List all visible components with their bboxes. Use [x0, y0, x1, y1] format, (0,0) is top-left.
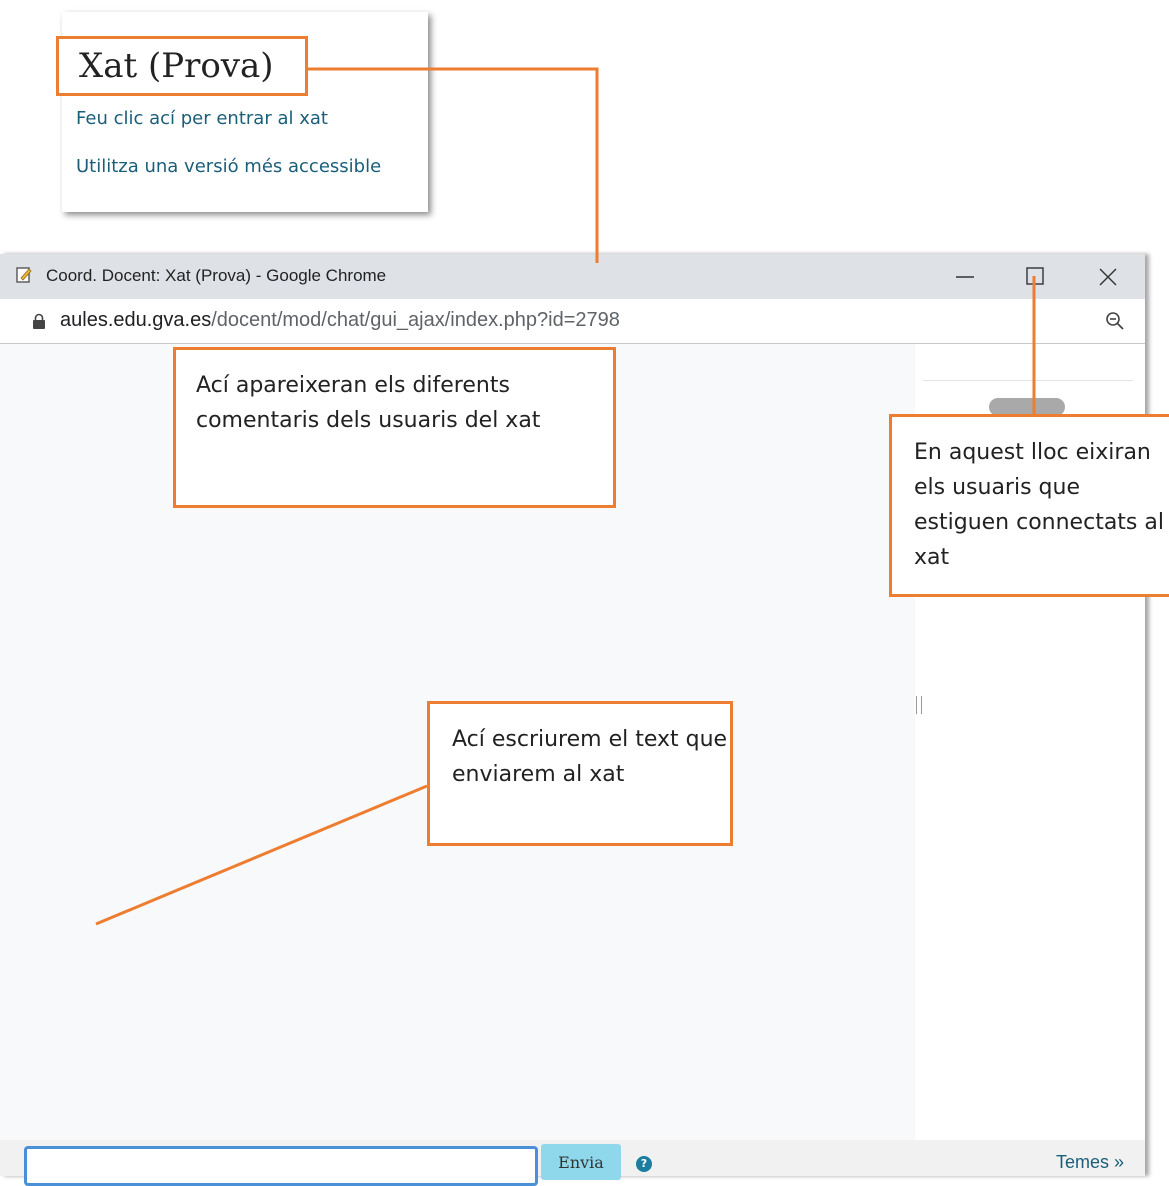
lock-icon	[33, 313, 45, 329]
question-icon[interactable]: ?	[636, 1156, 652, 1172]
users-area-annotation: En aquest lloc eixiran els usuaris que e…	[889, 414, 1169, 597]
enter-chat-link[interactable]: Feu clic ací per entrar al xat	[76, 108, 328, 129]
url-path: /docent/mod/chat/gui_ajax/index.php?id=2…	[211, 309, 620, 331]
chat-message-input[interactable]	[24, 1146, 538, 1186]
chat-activity-title: Xat (Prova)	[56, 36, 308, 96]
users-divider	[923, 380, 1133, 381]
window-titlebar: Coord. Docent: Xat (Prova) - Google Chro…	[0, 254, 1145, 299]
url-host: aules.edu.gva.es	[60, 309, 212, 331]
maximize-icon[interactable]	[1015, 260, 1055, 294]
chat-input-bar: Envia ? Temes »	[0, 1140, 1145, 1186]
page-icon	[16, 267, 32, 283]
address-bar[interactable]: aules.edu.gva.es/docent/mod/chat/gui_aja…	[0, 299, 1145, 344]
send-button[interactable]: Envia	[541, 1144, 621, 1180]
pane-splitter-handle[interactable]	[916, 696, 922, 714]
window-title: Coord. Docent: Xat (Prova) - Google Chro…	[46, 266, 387, 285]
messages-area-annotation: Ací apareixeran els diferents comentaris…	[173, 347, 616, 508]
minimize-icon[interactable]	[945, 260, 985, 294]
accessible-version-link[interactable]: Utilitza una versió més accessible	[76, 156, 381, 177]
input-area-annotation: Ací escriurem el text que enviarem al xa…	[427, 701, 733, 846]
url-text[interactable]: aules.edu.gva.es/docent/mod/chat/gui_aja…	[60, 309, 620, 332]
zoom-out-icon[interactable]	[1105, 311, 1125, 331]
themes-link[interactable]: Temes »	[1056, 1152, 1124, 1173]
close-icon[interactable]	[1088, 260, 1128, 294]
